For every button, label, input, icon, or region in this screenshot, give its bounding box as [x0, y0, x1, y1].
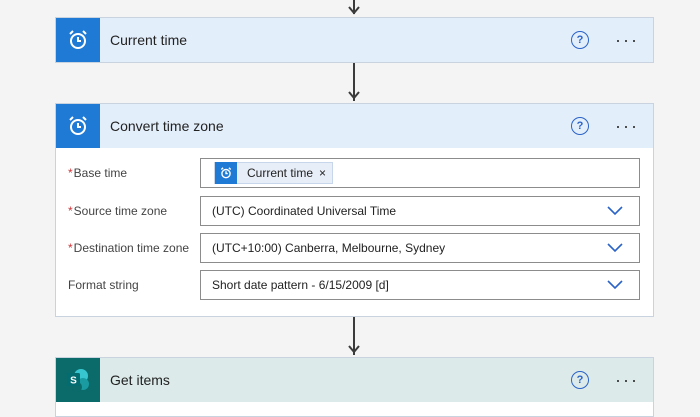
action-card-get-items[interactable]: S Get items ? ··· — [55, 357, 654, 417]
chevron-down-icon[interactable] — [607, 206, 623, 216]
card-header[interactable]: Convert time zone ? ··· — [56, 104, 653, 148]
more-options-icon[interactable]: ··· — [615, 31, 639, 49]
help-icon[interactable]: ? — [571, 31, 590, 49]
format-string-dropdown[interactable]: Short date pattern - 6/15/2009 [d] — [200, 270, 640, 300]
token-label: Current time — [247, 166, 314, 180]
dropdown-value: Short date pattern - 6/15/2009 [d] — [212, 278, 389, 292]
svg-text:S: S — [70, 376, 77, 387]
dropdown-value: (UTC) Coordinated Universal Time — [212, 204, 397, 218]
chevron-down-icon[interactable] — [607, 280, 623, 290]
arrow-down-icon — [348, 6, 360, 15]
field-label: Format string — [68, 278, 139, 292]
dropdown-value: (UTC+10:00) Canberra, Melbourne, Sydney — [212, 241, 446, 255]
card-body: *Base time Current time × *Source time z… — [56, 148, 653, 316]
source-time-zone-dropdown[interactable]: (UTC) Coordinated Universal Time — [200, 196, 640, 226]
sharepoint-icon: S — [56, 358, 100, 402]
more-options-icon[interactable]: ··· — [615, 117, 639, 135]
field-label: *Destination time zone — [68, 241, 190, 255]
remove-token-icon[interactable]: × — [319, 166, 326, 180]
action-card-current-time[interactable]: Current time ? ··· — [55, 17, 654, 63]
base-time-input[interactable]: Current time × — [200, 158, 640, 188]
alarm-clock-icon — [56, 104, 100, 148]
arrow-down-icon — [348, 345, 360, 354]
field-source-time-zone: *Source time zone (UTC) Coordinated Univ… — [56, 196, 653, 228]
field-label: *Source time zone — [68, 204, 168, 218]
card-title: Convert time zone — [110, 118, 224, 134]
card-header[interactable]: Current time ? ··· — [56, 18, 653, 62]
destination-time-zone-dropdown[interactable]: (UTC+10:00) Canberra, Melbourne, Sydney — [200, 233, 640, 263]
chevron-down-icon[interactable] — [607, 243, 623, 253]
alarm-clock-icon — [56, 18, 100, 62]
field-destination-time-zone: *Destination time zone (UTC+10:00) Canbe… — [56, 233, 653, 265]
arrow-down-icon — [348, 91, 360, 100]
field-base-time: *Base time Current time × — [56, 158, 653, 190]
more-options-icon[interactable]: ··· — [615, 371, 639, 389]
field-format-string: Format string Short date pattern - 6/15/… — [56, 270, 653, 302]
help-icon[interactable]: ? — [571, 371, 590, 389]
dynamic-content-token[interactable]: Current time × — [214, 162, 334, 184]
card-title: Get items — [110, 372, 170, 388]
field-label: *Base time — [68, 166, 128, 180]
alarm-clock-icon — [215, 162, 237, 184]
help-icon[interactable]: ? — [571, 117, 590, 135]
card-title: Current time — [110, 32, 188, 48]
action-card-convert-time-zone[interactable]: Convert time zone ? ··· *Base time Curre… — [55, 103, 654, 317]
card-header[interactable]: S Get items ? ··· — [56, 358, 653, 402]
